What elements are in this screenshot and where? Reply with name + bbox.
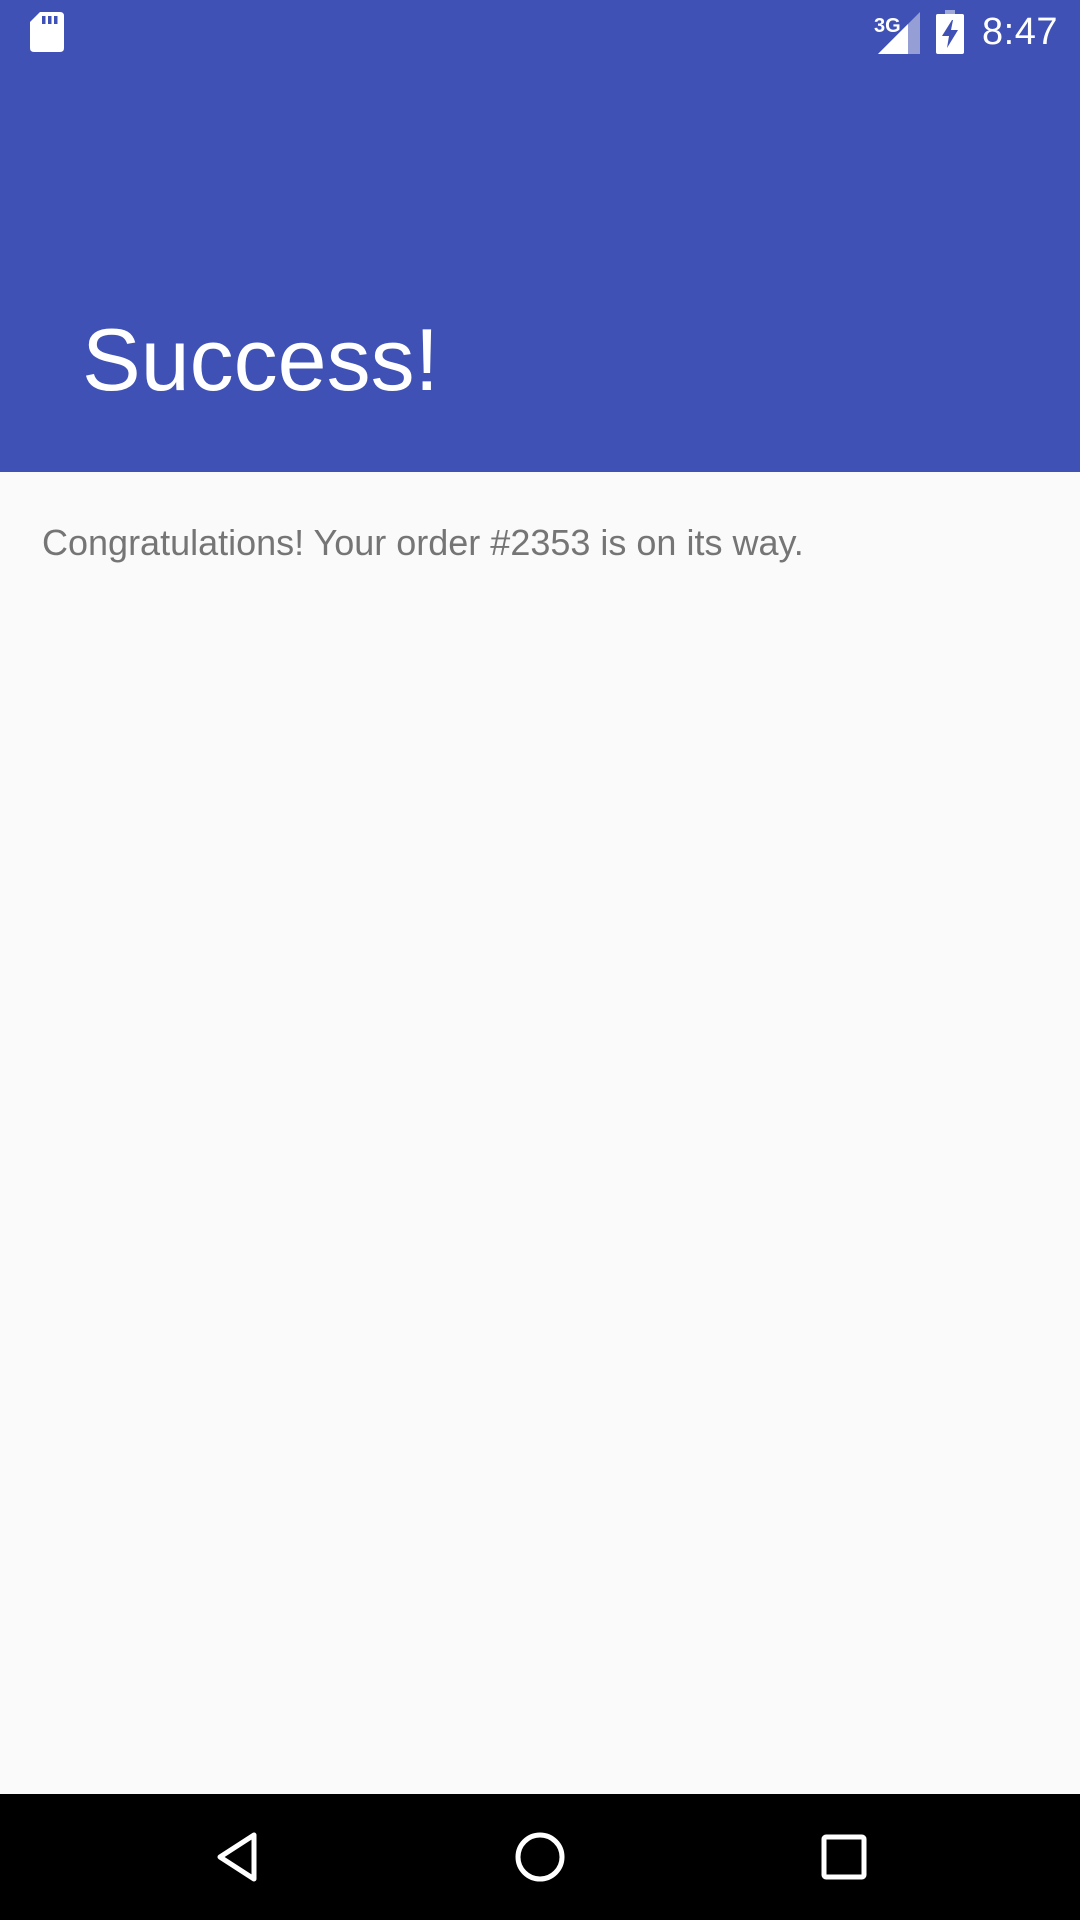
back-icon <box>217 1832 257 1882</box>
app-header: 3G 8:47 Success! <box>0 0 1080 472</box>
network-type-label: 3G <box>874 15 901 37</box>
home-button[interactable] <box>505 1822 575 1892</box>
recents-icon <box>821 1834 867 1880</box>
order-confirmation-message: Congratulations! Your order #2353 is on … <box>42 522 804 563</box>
back-button[interactable] <box>203 1822 273 1892</box>
status-bar: 3G 8:47 <box>0 0 1080 64</box>
battery-charging-icon <box>936 10 965 54</box>
status-icons: 3G 8:47 <box>872 6 1058 58</box>
navigation-bar <box>0 1794 1080 1920</box>
content-area: Congratulations! Your order #2353 is on … <box>0 472 1080 1794</box>
signal-indicator: 3G <box>872 10 921 54</box>
home-icon <box>515 1832 565 1882</box>
page-title: Success! <box>82 310 440 409</box>
recents-button[interactable] <box>809 1822 879 1892</box>
clock: 8:47 <box>982 10 1058 53</box>
sd-card-icon <box>30 12 64 52</box>
